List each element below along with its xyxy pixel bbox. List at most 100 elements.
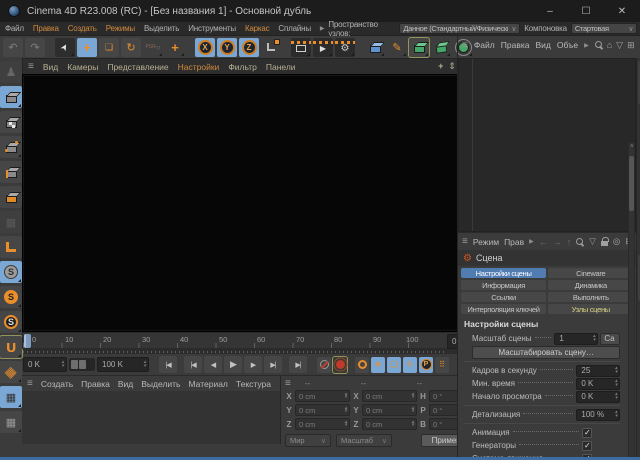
material-list-area[interactable] xyxy=(22,391,280,444)
next-frame-button[interactable]: ▶ xyxy=(244,356,262,373)
add-generator-button[interactable] xyxy=(431,38,451,57)
lock-z-axis-button[interactable]: Z xyxy=(239,38,259,57)
snap-3d-button[interactable]: S xyxy=(0,311,22,333)
menu-file[interactable]: Файл xyxy=(5,24,24,33)
play-button[interactable]: ▶ xyxy=(224,356,242,373)
subdivision-surface-button[interactable] xyxy=(409,38,429,57)
tab-key-interpolation[interactable]: Интерполяция ключей xyxy=(461,304,546,314)
scroll-up-icon[interactable]: ∧ xyxy=(630,143,634,149)
key-rotation-toggle[interactable]: ↻ xyxy=(403,357,417,373)
node-space-dropdown[interactable]: Данное (Стандартный/Физический) ∨ xyxy=(399,23,520,34)
tab-references[interactable]: Ссылки xyxy=(461,292,546,302)
home-path-icon[interactable]: ⌂ xyxy=(607,40,612,50)
expand-arrow-icon[interactable]: ▶ xyxy=(320,25,324,32)
scene-scale-unit-button[interactable]: Ca xyxy=(600,333,620,345)
pan-view-icon[interactable]: + xyxy=(438,61,443,72)
target-icon[interactable]: ◎ xyxy=(613,236,620,247)
hamburger-icon[interactable]: ≡ xyxy=(27,378,33,389)
key-position-toggle[interactable]: + xyxy=(371,357,385,373)
lock-icon[interactable] xyxy=(601,241,608,246)
filter-icon[interactable]: ▽ xyxy=(589,236,596,247)
workplane-button[interactable] xyxy=(0,236,22,258)
search-icon[interactable] xyxy=(595,41,603,49)
object-manager-area[interactable] xyxy=(458,58,636,232)
record-keyframe-button[interactable] xyxy=(317,357,331,373)
mm-menu-texture[interactable]: Текстура xyxy=(236,379,271,389)
mm-menu-view[interactable]: Вид xyxy=(118,379,133,389)
add-spline-button[interactable]: ✎ xyxy=(387,38,407,57)
menu-edit[interactable]: Правка xyxy=(33,24,59,33)
pos-z-field[interactable]: 0 cm▴▾ xyxy=(295,418,350,430)
move-tool-button[interactable]: + xyxy=(77,38,97,57)
om-menu-edit[interactable]: Правка xyxy=(501,40,530,50)
filter-icon[interactable]: ▽ xyxy=(616,40,623,51)
render-view-button[interactable] xyxy=(291,38,311,57)
add-layer-icon[interactable]: ⊞ xyxy=(627,40,635,51)
menu-overflow-icon[interactable]: ▶ xyxy=(529,238,534,245)
vp-menu-view[interactable]: Вид xyxy=(43,62,58,72)
edges-mode-button[interactable] xyxy=(0,161,22,183)
spinner-down-icon[interactable]: ▾ xyxy=(143,365,146,369)
points-mode-button[interactable] xyxy=(0,136,22,158)
mm-menu-material[interactable]: Материал xyxy=(188,379,227,389)
menu-tools[interactable]: Инструменты xyxy=(188,24,236,33)
om-menu-file[interactable]: Файл xyxy=(474,40,495,50)
scroll-thumb[interactable] xyxy=(629,156,634,211)
hamburger-icon[interactable]: ≡ xyxy=(462,40,468,51)
tab-scene-settings[interactable]: Настройки сцены xyxy=(461,268,546,278)
point-level-animation-toggle[interactable]: ⠿ xyxy=(435,357,449,373)
key-scale-toggle[interactable]: ❏ xyxy=(387,357,401,373)
lock-grid-button[interactable]: ▦ xyxy=(0,386,22,408)
tab-cineware[interactable]: Cineware xyxy=(548,268,633,278)
mode-dropdown[interactable]: Масштаб ∨ xyxy=(336,434,392,447)
om-menu-view[interactable]: Вид xyxy=(535,40,550,50)
rotate-grid-button[interactable]: ▦ xyxy=(0,411,22,433)
layout-dropdown[interactable]: Стартовая ∨ xyxy=(571,23,637,34)
lock-y-axis-button[interactable]: Y xyxy=(217,38,237,57)
magnet-tool-button[interactable]: U xyxy=(0,336,22,358)
key-parameter-toggle[interactable]: P xyxy=(419,357,433,373)
pos-y-field[interactable]: 0 cm▴▾ xyxy=(295,404,350,416)
generators-checkbox[interactable]: ✓ xyxy=(582,441,592,451)
model-figure-mode-button[interactable]: ♟ xyxy=(0,61,22,83)
prev-key-button[interactable]: |◀ xyxy=(184,356,202,373)
menu-overflow-icon[interactable]: ▶ xyxy=(584,42,589,49)
timeline-ruler[interactable]: 0 10 20 30 40 50 60 70 80 90 100 0 K xyxy=(22,332,488,349)
redo-button[interactable]: ↷ xyxy=(25,38,45,57)
lock-x-axis-button[interactable]: X xyxy=(195,38,215,57)
scale-tool-button[interactable]: ❏ xyxy=(99,38,119,57)
tab-scene-nodes[interactable]: Узлы сцены xyxy=(548,304,633,314)
scene-object-row[interactable]: ⚙ Сцена xyxy=(458,250,636,266)
menu-splines[interactable]: Сплайны xyxy=(278,24,310,33)
tab-execute[interactable]: Выполнить xyxy=(548,292,633,302)
rotation-header[interactable]: -- xyxy=(417,379,463,388)
menu-create[interactable]: Создать xyxy=(68,24,97,33)
position-header[interactable]: -- xyxy=(305,379,351,388)
goto-start-button[interactable]: |◀ xyxy=(159,356,177,373)
lod-field[interactable]: 100 % ▴▾ xyxy=(576,409,620,421)
search-icon[interactable] xyxy=(576,238,584,246)
render-settings-button[interactable]: ⚙ xyxy=(335,38,355,57)
vp-menu-cameras[interactable]: Камеры xyxy=(67,62,98,72)
rotate-tool-button[interactable]: ↻ xyxy=(121,38,141,57)
space-dropdown[interactable]: Мир ∨ xyxy=(285,434,331,447)
render-to-picture-viewer-button[interactable]: ▶ xyxy=(313,38,333,57)
add-primitive-button[interactable] xyxy=(365,38,385,57)
hamburger-icon[interactable]: ≡ xyxy=(462,236,468,247)
history-forward-icon[interactable]: → xyxy=(553,237,562,247)
next-key-button[interactable]: ▶| xyxy=(264,356,282,373)
texture-mode-button[interactable] xyxy=(0,111,22,133)
menu-select[interactable]: Выделить xyxy=(144,24,179,33)
vp-menu-panel[interactable]: Панели xyxy=(266,62,296,72)
coordinate-system-button[interactable] xyxy=(261,38,281,57)
size-header[interactable]: -- xyxy=(361,379,407,388)
preview-range-slider[interactable] xyxy=(69,358,95,371)
mm-menu-create[interactable]: Создать xyxy=(41,379,73,389)
vertical-scrollbar[interactable]: ∧ ∨ xyxy=(628,142,635,460)
model-mode-button[interactable] xyxy=(0,86,22,108)
fps-field[interactable]: 25 ▴▾ xyxy=(576,365,620,377)
scene-scale-field[interactable]: 1 ▴▾ xyxy=(554,333,598,345)
om-menu-objects[interactable]: Объе xyxy=(557,40,578,50)
live-selection-button[interactable]: ➤ xyxy=(55,38,75,57)
mm-menu-select[interactable]: Выделить xyxy=(141,379,180,389)
